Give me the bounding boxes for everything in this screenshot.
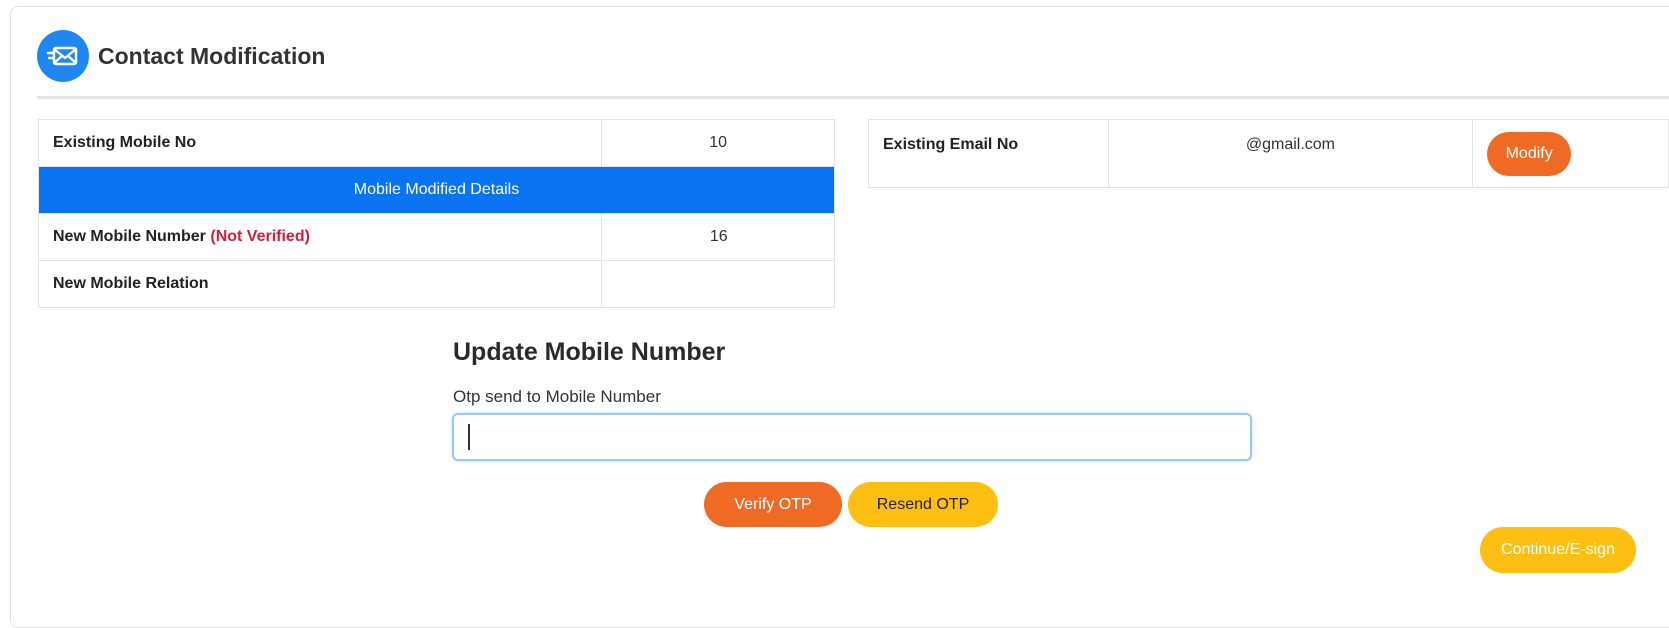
not-verified-badge: (Not Verified) bbox=[210, 228, 310, 245]
new-mobile-number-cell: New Mobile Number (Not Verified) bbox=[37, 213, 603, 261]
contact-modification-card bbox=[10, 6, 1669, 628]
envelope-icon bbox=[37, 30, 89, 82]
table-row: Existing Email No @gmail.com Modify bbox=[868, 119, 1669, 188]
page-title: Contact Modification bbox=[98, 42, 326, 69]
email-details-table: Existing Email No @gmail.com Modify bbox=[868, 119, 1669, 188]
table-row: New Mobile Number (Not Verified) 16 bbox=[37, 213, 835, 261]
table-row: Mobile Modified Details bbox=[38, 166, 835, 214]
mobile-details-table: Existing Mobile No 10 Mobile Modified De… bbox=[37, 119, 835, 308]
existing-mobile-value: 10 bbox=[601, 119, 835, 167]
existing-email-label: Existing Email No bbox=[868, 119, 1109, 188]
update-mobile-title: Update Mobile Number bbox=[453, 338, 726, 366]
table-row: New Mobile Relation bbox=[37, 260, 835, 308]
mobile-modified-details-header: Mobile Modified Details bbox=[38, 166, 835, 214]
otp-field-label: Otp send to Mobile Number bbox=[453, 387, 661, 406]
header-divider bbox=[37, 96, 1669, 99]
resend-otp-button[interactable]: Resend OTP bbox=[848, 482, 998, 527]
existing-mobile-label: Existing Mobile No bbox=[37, 119, 603, 167]
page-header: Contact Modification bbox=[37, 30, 325, 82]
continue-esign-button[interactable]: Continue/E-sign bbox=[1480, 527, 1636, 573]
text-cursor bbox=[468, 424, 470, 450]
new-mobile-number-label: New Mobile Number bbox=[53, 228, 206, 245]
new-mobile-relation-label: New Mobile Relation bbox=[37, 260, 603, 308]
verify-otp-button[interactable]: Verify OTP bbox=[704, 482, 842, 527]
modify-email-button[interactable]: Modify bbox=[1487, 132, 1572, 176]
new-mobile-number-value: 16 bbox=[601, 213, 835, 261]
otp-input[interactable] bbox=[452, 413, 1252, 461]
modify-cell: Modify bbox=[1472, 119, 1669, 188]
existing-email-value: @gmail.com bbox=[1107, 119, 1474, 188]
new-mobile-relation-value bbox=[601, 260, 835, 308]
table-row: Existing Mobile No 10 bbox=[37, 119, 835, 167]
